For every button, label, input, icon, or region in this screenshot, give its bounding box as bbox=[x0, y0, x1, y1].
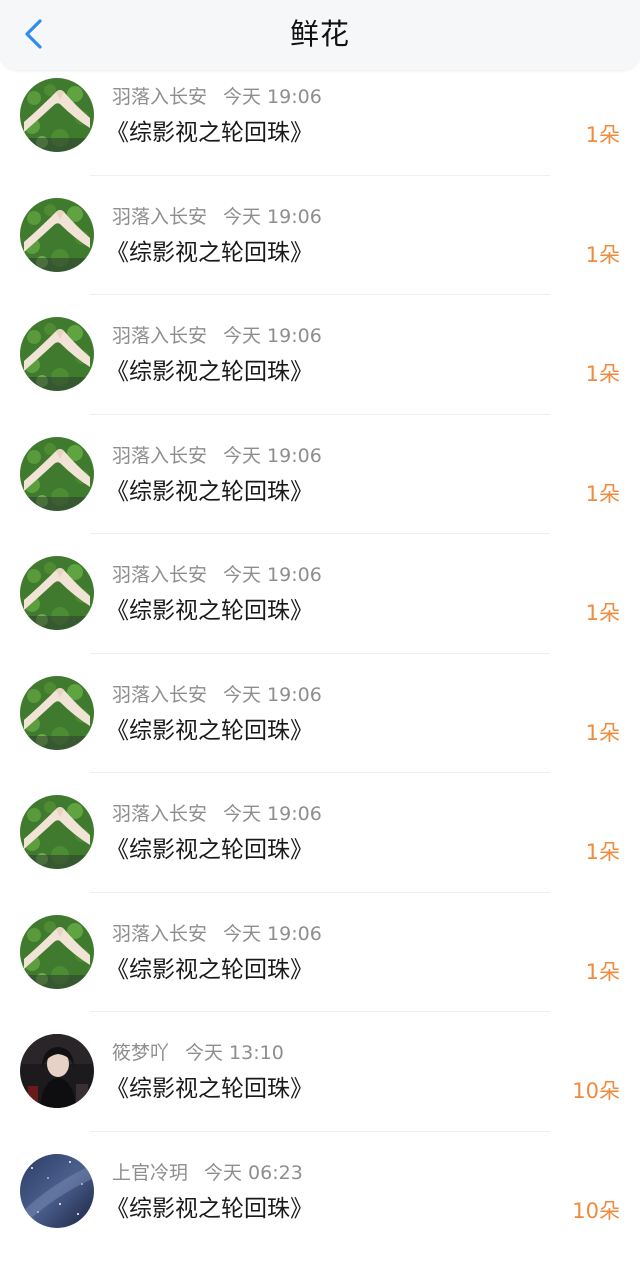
book-title[interactable]: 《综影视之轮回珠》 bbox=[106, 355, 313, 389]
divider bbox=[90, 1131, 550, 1132]
flower-count: 1朵 bbox=[586, 958, 620, 986]
username: 羽落入长安今天 19:06 bbox=[112, 323, 322, 349]
username: 筱梦吖今天 13:10 bbox=[112, 1040, 284, 1066]
timestamp: 今天 19:06 bbox=[223, 325, 322, 347]
list-item[interactable]: 羽落入长安今天 19:06 《综影视之轮回珠》 1朵 bbox=[0, 915, 640, 1035]
username: 羽落入长安今天 19:06 bbox=[112, 562, 322, 588]
timestamp: 今天 19:06 bbox=[223, 684, 322, 706]
avatar[interactable] bbox=[20, 198, 94, 272]
list-item[interactable]: 羽落入长安今天 19:06 《综影视之轮回珠》 1朵 bbox=[0, 198, 640, 318]
book-title[interactable]: 《综影视之轮回珠》 bbox=[106, 1192, 313, 1226]
book-title[interactable]: 《综影视之轮回珠》 bbox=[106, 1072, 313, 1106]
flower-count: 1朵 bbox=[586, 599, 620, 627]
divider bbox=[90, 294, 550, 295]
avatar[interactable] bbox=[20, 437, 94, 511]
book-title[interactable]: 《综影视之轮回珠》 bbox=[106, 714, 313, 748]
timestamp: 今天 19:06 bbox=[223, 564, 322, 586]
divider bbox=[90, 653, 550, 654]
timestamp: 今天 19:06 bbox=[223, 86, 322, 108]
timestamp: 今天 19:06 bbox=[223, 206, 322, 228]
flower-list: 羽落入长安今天 19:06《综影视之轮回珠》1朵 羽落入长安今天 19:06《综… bbox=[0, 78, 640, 1273]
username-text: 羽落入长安 bbox=[112, 923, 207, 945]
book-title[interactable]: 《综影视之轮回珠》 bbox=[106, 236, 313, 270]
username: 羽落入长安今天 19:06 bbox=[112, 801, 322, 827]
list-item[interactable]: 羽落入长安今天 19:06 《综影视之轮回珠》 1朵 bbox=[0, 676, 640, 796]
username-text: 羽落入长安 bbox=[112, 445, 207, 467]
flower-count: 10朵 bbox=[572, 1077, 620, 1105]
book-title[interactable]: 《综影视之轮回珠》 bbox=[106, 116, 313, 150]
username-text: 羽落入长安 bbox=[112, 86, 207, 108]
avatar[interactable] bbox=[20, 317, 94, 391]
username-text: 羽落入长安 bbox=[112, 684, 207, 706]
flower-count: 1朵 bbox=[586, 719, 620, 747]
flower-count: 10朵 bbox=[572, 1197, 620, 1225]
divider bbox=[90, 414, 550, 415]
timestamp: 今天 19:06 bbox=[223, 923, 322, 945]
username: 羽落入长安今天 19:06 bbox=[112, 443, 322, 469]
list-item[interactable]: 羽落入长安今天 19:06 《综影视之轮回珠》 1朵 bbox=[0, 317, 640, 437]
avatar[interactable] bbox=[20, 1034, 94, 1108]
top-bar: 鲜花 bbox=[0, 0, 640, 70]
list-item[interactable]: 上官冷玥今天 06:23 《综影视之轮回珠》 10朵 bbox=[0, 1154, 640, 1273]
list-item[interactable]: 羽落入长安今天 19:06 《综影视之轮回珠》 1朵 bbox=[0, 795, 640, 915]
avatar[interactable] bbox=[20, 556, 94, 630]
timestamp: 今天 06:23 bbox=[204, 1162, 303, 1184]
divider bbox=[90, 892, 550, 893]
avatar[interactable] bbox=[20, 78, 94, 152]
username: 上官冷玥今天 06:23 bbox=[112, 1160, 303, 1186]
flower-count: 1朵 bbox=[586, 480, 620, 508]
flower-count: 1朵 bbox=[586, 360, 620, 388]
username: 羽落入长安今天 19:06 bbox=[112, 921, 322, 947]
divider bbox=[90, 175, 550, 176]
book-title[interactable]: 《综影视之轮回珠》 bbox=[106, 833, 313, 867]
username: 羽落入长安今天 19:06 bbox=[112, 204, 322, 230]
book-title[interactable]: 《综影视之轮回珠》 bbox=[106, 594, 313, 628]
username: 羽落入长安今天 19:06 bbox=[112, 84, 322, 110]
username-text: 筱梦吖 bbox=[112, 1042, 169, 1064]
flower-count: 1朵 bbox=[586, 241, 620, 269]
username-text: 上官冷玥 bbox=[112, 1162, 188, 1184]
avatar[interactable] bbox=[20, 1154, 94, 1228]
avatar[interactable] bbox=[20, 676, 94, 750]
book-title[interactable]: 《综影视之轮回珠》 bbox=[106, 475, 313, 509]
page-title: 鲜花 bbox=[0, 14, 640, 54]
divider bbox=[90, 772, 550, 773]
flower-count: 1朵 bbox=[586, 121, 620, 149]
timestamp: 今天 19:06 bbox=[223, 803, 322, 825]
username-text: 羽落入长安 bbox=[112, 803, 207, 825]
divider bbox=[90, 1011, 550, 1012]
book-title[interactable]: 《综影视之轮回珠》 bbox=[106, 953, 313, 987]
list-item[interactable]: 羽落入长安今天 19:06 《综影视之轮回珠》 1朵 bbox=[0, 556, 640, 676]
divider bbox=[90, 533, 550, 534]
timestamp: 今天 19:06 bbox=[223, 445, 322, 467]
flower-count: 1朵 bbox=[586, 838, 620, 866]
username: 羽落入长安今天 19:06 bbox=[112, 682, 322, 708]
list-item[interactable]: 羽落入长安今天 19:06 《综影视之轮回珠》 1朵 bbox=[0, 78, 640, 198]
timestamp: 今天 13:10 bbox=[185, 1042, 284, 1064]
list-item[interactable]: 筱梦吖今天 13:10 《综影视之轮回珠》 10朵 bbox=[0, 1034, 640, 1154]
username-text: 羽落入长安 bbox=[112, 564, 207, 586]
username-text: 羽落入长安 bbox=[112, 206, 207, 228]
list-item[interactable]: 羽落入长安今天 19:06 《综影视之轮回珠》 1朵 bbox=[0, 437, 640, 557]
username-text: 羽落入长安 bbox=[112, 325, 207, 347]
avatar[interactable] bbox=[20, 915, 94, 989]
avatar[interactable] bbox=[20, 795, 94, 869]
